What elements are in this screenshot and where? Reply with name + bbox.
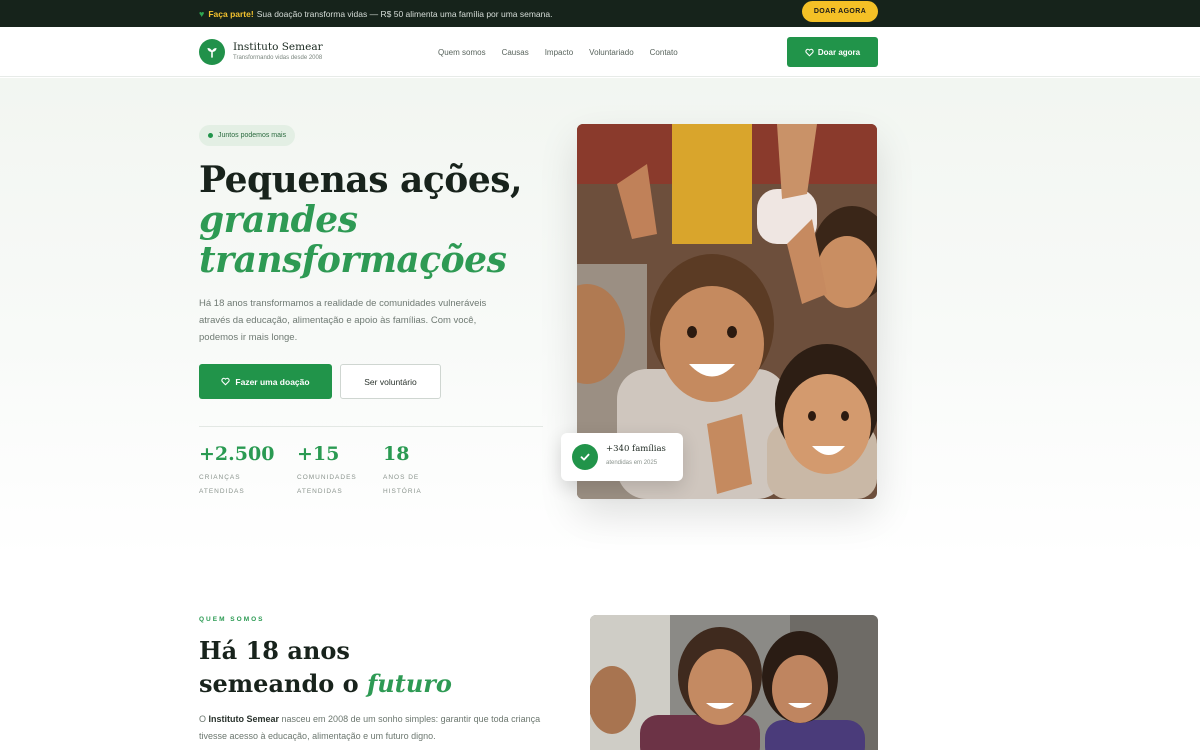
- volunteer-cta-button[interactable]: Ser voluntário: [340, 364, 441, 399]
- stat-label: ANOS DE HISTÓRIA: [383, 474, 422, 495]
- hero-title-line3: transformações: [199, 239, 507, 281]
- stat-value: 18: [383, 443, 410, 465]
- about-title: Há 18 anos semeando o futuro: [199, 634, 452, 700]
- about-eyebrow: QUEM SOMOS: [199, 616, 265, 623]
- impact-card-subtitle: atendidas em 2025: [606, 460, 658, 466]
- about-title-line2-text: semeando o: [199, 669, 367, 698]
- about-p-prefix: O: [199, 714, 209, 724]
- nav-item-voluntariado[interactable]: Voluntariado: [589, 48, 633, 57]
- about-paragraph: O Instituto Semear nasceu em 2008 de um …: [199, 711, 544, 745]
- heart-icon: [805, 48, 814, 56]
- topbar-donate-button[interactable]: DOAR AGORA: [802, 1, 878, 22]
- impact-card-title: +340 famílias: [606, 444, 666, 454]
- hero-title-line1: Pequenas ações,: [199, 159, 523, 201]
- about-title-highlight: futuro: [366, 669, 452, 698]
- hero-badge-label: Juntos podemos mais: [218, 132, 287, 139]
- main-nav: Quem somos Causas Impacto Voluntariado C…: [438, 27, 678, 77]
- nav-item-causas[interactable]: Causas: [502, 48, 529, 57]
- about-p-org: Instituto Semear: [208, 714, 280, 724]
- nav-item-quem-somos[interactable]: Quem somos: [438, 48, 486, 57]
- hero-divider: [199, 426, 543, 427]
- about-photo: [590, 615, 878, 750]
- hero-lead: Há 18 anos transformamos a realidade de …: [199, 298, 487, 343]
- logo-icon[interactable]: [199, 39, 225, 65]
- check-icon: [572, 444, 598, 470]
- about-title-line2: semeando o futuro: [199, 667, 452, 700]
- hero-badge: Juntos podemos mais: [199, 125, 296, 146]
- nav-item-impacto[interactable]: Impacto: [545, 48, 573, 57]
- donate-cta-button[interactable]: Fazer uma doação: [199, 364, 332, 399]
- org-name[interactable]: Instituto Semear: [233, 41, 323, 53]
- stat-children: +2.500 CRIANÇAS ATENDIDAS: [199, 443, 274, 499]
- about-title-line1: Há 18 anos: [199, 636, 350, 665]
- site-header: Instituto Semear Transformando vidas des…: [0, 27, 1200, 77]
- hero-title-line2: grandes: [199, 199, 358, 241]
- announcement-text: Sua doação transforma vidas — R$ 50 alim…: [256, 8, 553, 19]
- header-donate-label: Doar agora: [817, 47, 861, 57]
- header-donate-button[interactable]: Doar agora: [787, 37, 878, 67]
- hero-title: Pequenas ações, grandes transformações: [199, 159, 523, 281]
- heart-icon: ♥: [199, 8, 205, 19]
- announcement-highlight: Faça parte!: [208, 8, 254, 19]
- stat-years: 18 ANOS DE HISTÓRIA: [383, 443, 438, 499]
- announcement-bar: ♥ Faça parte! Sua doação transforma vida…: [0, 0, 1200, 27]
- heart-icon: [221, 377, 231, 386]
- stat-communities: +15 COMUNIDADES ATENDIDAS: [297, 443, 372, 499]
- stat-label: CRIANÇAS ATENDIDAS: [199, 474, 245, 495]
- stat-label: COMUNIDADES ATENDIDAS: [297, 474, 357, 495]
- announcement-message: ♥ Faça parte! Sua doação transforma vida…: [199, 0, 552, 27]
- donate-cta-label: Fazer uma doação: [235, 376, 310, 387]
- nav-item-contato[interactable]: Contato: [650, 48, 678, 57]
- org-tagline: Transformando vidas desde 2008: [233, 55, 323, 61]
- badge-dot-icon: [208, 133, 213, 138]
- stat-value: +15: [297, 443, 340, 465]
- impact-card: +340 famílias atendidas em 2025: [561, 433, 683, 481]
- stat-value: +2.500: [199, 443, 275, 465]
